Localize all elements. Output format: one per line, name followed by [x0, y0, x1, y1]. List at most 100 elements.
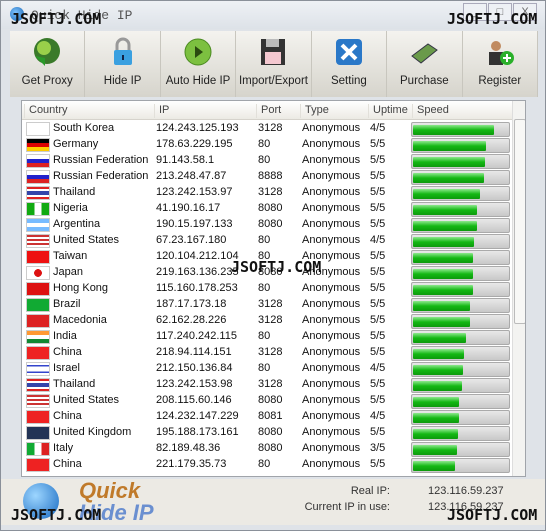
flag-icon — [26, 202, 50, 216]
column-header-speed[interactable]: Speed — [412, 104, 449, 118]
flag-icon — [26, 458, 50, 472]
flag-icon — [26, 314, 50, 328]
toolbar-button-auto-hide-ip[interactable]: Auto Hide IP — [160, 31, 237, 97]
flag-icon — [26, 330, 50, 344]
uptime-cell: 5/5 — [370, 314, 386, 326]
flag-icon — [26, 298, 50, 312]
toolbar-button-get-proxy[interactable]: Get Proxy — [10, 31, 86, 97]
speed-bar — [411, 154, 510, 169]
uptime-cell: 5/5 — [370, 186, 386, 198]
flag-icon — [26, 410, 50, 424]
ip-cell: 82.189.48.36 — [156, 442, 221, 454]
port-cell: 3128 — [258, 298, 283, 310]
speed-bar-fill — [413, 429, 458, 439]
real-ip-label: Real IP: — [350, 485, 390, 497]
column-header-port[interactable]: Port — [256, 104, 281, 118]
table-row[interactable]: Israel 212.150.136.84 80 Anonymous 4/5 — [22, 361, 512, 377]
table-row[interactable]: United States 208.115.60.146 8080 Anonymous… — [22, 393, 512, 409]
current-ip-label: Current IP in use: — [304, 501, 390, 513]
table-row[interactable]: India 117.240.242.115 80 Anonymous 5/5 — [22, 329, 512, 345]
uptime-cell: 3/5 — [370, 442, 386, 454]
country-cell: Japan — [53, 266, 83, 278]
country-cell: Russian Federation — [53, 170, 149, 182]
ip-cell: 123.242.153.97 — [156, 186, 233, 198]
speed-bar-fill — [413, 397, 459, 407]
toolbar-button-hide-ip[interactable]: Hide IP — [85, 31, 161, 97]
table-row[interactable]: Argentina 190.15.197.133 8080 Anonymous 5/5 — [22, 217, 512, 233]
column-header-type[interactable]: Type — [300, 104, 329, 118]
country-cell: Argentina — [53, 218, 101, 230]
table-row[interactable]: Macedonia 62.162.28.226 3128 Anonymous 5/5 — [22, 313, 512, 329]
app-window: Quick Hide IP _ □ X Get Proxy Hide IP Auto… — [0, 0, 546, 531]
port-cell: 80 — [258, 282, 271, 294]
type-cell: Anonymous — [302, 442, 361, 454]
speed-bar — [411, 442, 510, 457]
speed-bar-fill — [413, 381, 463, 391]
speed-bar — [411, 266, 510, 281]
table-row[interactable]: United Kingdom 195.188.173.161 8080 Anonymo… — [22, 425, 512, 441]
ip-cell: 218.94.114.151 — [156, 346, 232, 358]
speed-bar — [411, 122, 510, 137]
ip-cell: 195.188.173.161 — [156, 426, 239, 438]
country-cell: Germany — [53, 138, 99, 150]
column-header-uptime[interactable]: Uptime — [368, 104, 408, 118]
table-row[interactable]: Russian Federation 213.248.47.87 8888 Anony… — [22, 169, 512, 185]
type-cell: Anonymous — [302, 378, 361, 390]
scrollbar[interactable] — [512, 101, 525, 476]
toolbar-button-setting[interactable]: Setting — [311, 31, 388, 97]
port-cell: 80 — [258, 154, 271, 166]
port-cell: 8080 — [258, 218, 283, 230]
country-cell: Thailand — [53, 378, 96, 390]
speed-bar-fill — [413, 317, 471, 327]
table-row[interactable]: Brazil 187.17.173.18 3128 Anonymous 5/5 — [22, 297, 512, 313]
speed-bar — [411, 362, 510, 377]
speed-bar-fill — [413, 221, 478, 231]
flag-icon — [26, 250, 50, 264]
type-cell: Anonymous — [302, 314, 361, 326]
table-row[interactable]: Thailand 123.242.153.97 3128 Anonymous 5/5 — [22, 185, 512, 201]
country-cell: Macedonia — [53, 314, 107, 326]
flag-icon — [26, 442, 50, 456]
speed-bar-fill — [413, 205, 478, 215]
table-row[interactable]: United States 67.23.167.180 80 Anonymous 4/5 — [22, 233, 512, 249]
ip-cell: 213.248.47.87 — [156, 170, 227, 182]
table-row[interactable]: Germany 178.63.229.195 80 Anonymous 5/5 — [22, 137, 512, 153]
table-row[interactable]: China 124.232.147.229 8081 Anonymous 4/5 — [22, 409, 512, 425]
table-row[interactable]: Thailand 123.242.153.98 3128 Anonymous 5/5 — [22, 377, 512, 393]
uptime-cell: 5/5 — [370, 266, 386, 278]
type-cell: Anonymous — [302, 154, 361, 166]
toolbar-button-register[interactable]: Register — [462, 31, 538, 97]
speed-bar-fill — [413, 301, 471, 311]
table-row[interactable]: Italy 82.189.48.36 8080 Anonymous 3/5 — [22, 441, 512, 457]
speed-bar-fill — [413, 157, 485, 167]
speed-bar — [411, 330, 510, 345]
ip-cell: 115.160.178.253 — [156, 282, 238, 294]
uptime-cell: 4/5 — [370, 362, 386, 374]
speed-bar — [411, 138, 510, 153]
uptime-cell: 4/5 — [370, 410, 386, 422]
column-header-country[interactable]: Country — [24, 104, 68, 118]
table-row[interactable]: Nigeria 41.190.16.17 8080 Anonymous 5/5 — [22, 201, 512, 217]
watermark: JSOFTJ.COM — [447, 10, 538, 28]
table-row[interactable]: China 221.179.35.73 80 Anonymous 5/5 — [22, 457, 512, 473]
uptime-cell: 5/5 — [370, 154, 386, 166]
table-row[interactable]: Hong Kong 115.160.178.253 80 Anonymous 5/5 — [22, 281, 512, 297]
country-cell: United Kingdom — [53, 426, 132, 438]
country-cell: China — [53, 346, 82, 358]
port-cell: 8080 — [258, 442, 283, 454]
uptime-cell: 4/5 — [370, 122, 386, 134]
speed-bar — [411, 234, 510, 249]
toolbar-button-purchase[interactable]: Purchase — [387, 31, 463, 97]
port-cell: 3128 — [258, 122, 283, 134]
uptime-cell: 5/5 — [370, 170, 386, 182]
scrollbar-thumb[interactable] — [514, 119, 525, 324]
lock-icon — [113, 37, 132, 65]
table-row[interactable]: China 218.94.114.151 3128 Anonymous 5/5 — [22, 345, 512, 361]
ip-cell: 62.162.28.226 — [156, 314, 227, 326]
toolbar-button-import-export[interactable]: Import/Export — [236, 31, 312, 97]
speed-bar-fill — [413, 349, 465, 359]
column-header-ip[interactable]: IP — [154, 104, 169, 118]
table-row[interactable]: South Korea 124.243.125.193 3128 Anonymous 4… — [22, 121, 512, 137]
list-header: Country IP Port Type Uptime Speed — [22, 101, 512, 120]
table-row[interactable]: Russian Federation 91.143.58.1 80 Anonymous… — [22, 153, 512, 169]
